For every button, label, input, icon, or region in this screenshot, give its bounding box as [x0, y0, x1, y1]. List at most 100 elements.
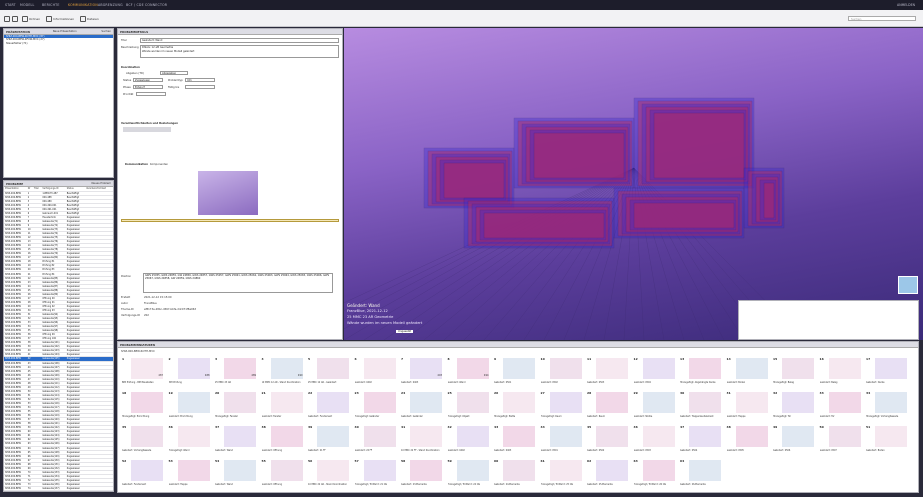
thumbnail-card[interactable]: 35 Geändert: Vorhangfassade	[121, 425, 164, 455]
position-field[interactable]: GWS 25055, GWS 24855, GW 24856, GWS 2485…	[143, 273, 333, 293]
thumbnail-card[interactable]: 15 Hinzugefügt: Belag	[772, 357, 815, 387]
presentation-item[interactable]: Steuerfehler (71)	[4, 42, 113, 45]
thumbnail-card[interactable]: 63 Hinzugefügt / Entfernt: 26 OG	[632, 459, 676, 489]
thumbnail-card[interactable]: 27 Hinzugefügt: Raum	[539, 391, 583, 421]
thumbnail-card[interactable]: 44 Geändert: 0501	[539, 425, 583, 455]
thumbnail-card[interactable]: 37 Geändert: Wand	[214, 425, 257, 455]
description-field[interactable]: DISAG: 12 aM Geometrie Wände wurden im n…	[140, 45, 339, 58]
3d-viewer[interactable]: Geändert: Wand FranzBlue, 2021-12-12 25 …	[344, 28, 923, 340]
priority-select[interactable]	[136, 92, 166, 96]
thumbnail-card[interactable]: 19 Geändert: Einrichtung	[167, 391, 211, 421]
search-presentation-button[interactable]: Suchen	[101, 30, 111, 33]
thumbnail-card[interactable]: 14 Geändert: Boden	[725, 357, 769, 387]
thumbnail-card[interactable]: 12 Geändert: 0504	[632, 357, 676, 387]
table-row[interactable]: SHIZ-000-BEW 74 Gebaeude(137) Zugewiesen	[4, 486, 113, 492]
thumbnail-card[interactable]: 25 Hinzugefügt: Objekt	[446, 391, 490, 421]
comment-bar[interactable]	[121, 219, 339, 222]
thumbnail-card[interactable]: 59 Hinzugefügt / Entfernt: 24 OG	[446, 459, 490, 489]
new-presentation-button[interactable]: Neue Präsentation	[53, 30, 77, 33]
thumbnail-card[interactable]: 6 Geändert: 0402	[353, 357, 397, 387]
info-button[interactable]: Informationen	[46, 15, 74, 22]
thumbnail-card[interactable]: 54 Geändert: Wand	[214, 459, 257, 489]
thumbnail-card[interactable]: 17 Geändert: Decke	[865, 357, 908, 387]
components-button[interactable]: Komponenten	[150, 163, 168, 166]
thumbnail-card[interactable]: 46 Geändert: 0503	[632, 425, 676, 455]
thumbnail-card[interactable]: 57 Hinzugefügt / Entfernt: 21 OG	[353, 459, 397, 489]
problemtype-select[interactable]: Info	[185, 78, 215, 82]
ordnen-button[interactable]: Ordnen	[22, 15, 40, 22]
search-input[interactable]: Suchen	[848, 16, 916, 21]
tab-3[interactable]: KOMMUNIKATION	[68, 3, 98, 7]
building-model[interactable]	[344, 28, 923, 340]
thumbnail-card[interactable]: 32 Hinzugefügt: Tür	[772, 391, 815, 421]
thumbnail-card[interactable]: 42 Geändert: 0402	[446, 425, 490, 455]
assigned-select[interactable]: Abgegeben	[160, 71, 188, 75]
tab-4[interactable]: ABGRENZUNG	[98, 3, 123, 7]
thumbnail-card[interactable]: 7 493 Geändert: 0403	[400, 357, 443, 387]
thumbnail-card[interactable]: 64 Geändert: 26-Elemente	[679, 459, 722, 489]
thumbnail-card[interactable]: 41 10 MMC 22 FF - Stand Koordination	[400, 425, 443, 455]
files-button[interactable]: Dateien	[80, 15, 99, 22]
thumbnail-card[interactable]: 3 489 25 MMC 23 AR	[214, 357, 257, 387]
thumbnail-card[interactable]: 23 Hinzugefügt: Geländer	[353, 391, 397, 421]
tab-5[interactable]: BCF / CDE CONNECTOR	[126, 3, 167, 7]
thumbnail-card[interactable]: 30 Geändert: Treppenlaufelement	[679, 391, 722, 421]
thumbnail-card[interactable]: 10 Geändert: 0502	[539, 357, 583, 387]
thumbnail-card[interactable]: 4 490 10 MMC 12 AR - Stand Koordination	[260, 357, 304, 387]
thumbnail-card[interactable]: 2 488 BIM Prüfung	[167, 357, 211, 387]
thumbnail-card[interactable]: 51 Geändert: Boden	[865, 425, 908, 455]
thumbnail-card[interactable]: 56 10 MMC 22 AR - Stand Koordination	[307, 459, 350, 489]
thumbnail-card[interactable]: 39 Geändert: 21 FF	[307, 425, 350, 455]
thumbnail-card[interactable]: 24 Geändert: Geländer	[400, 391, 443, 421]
account-link[interactable]: ANMELDEN	[897, 3, 915, 7]
thumbnail-card[interactable]: 34 Hinzugefügt: Vorhangfassade	[865, 391, 908, 421]
viewer-controls[interactable]	[347, 329, 487, 335]
status-select[interactable]: Zugewiesen	[133, 78, 163, 82]
thumbnail-card[interactable]: 5 25 MMC 12 AR - Geändert	[307, 357, 350, 387]
thumbnail-card[interactable]: 29 Geändert: Stütze	[632, 391, 676, 421]
view-select[interactable]: Ungesetzt	[396, 330, 414, 333]
communication-thumbnail[interactable]	[198, 171, 258, 215]
thumbnail-card[interactable]: 22 Geändert: Fundament	[307, 391, 350, 421]
thumbnail-card[interactable]: 62 Geändert: 25-Elemente	[586, 459, 629, 489]
thumbnail-card[interactable]: 47 Geändert: 0504	[679, 425, 722, 455]
thumbnail-card[interactable]: 21 Geändert: Fenster	[260, 391, 304, 421]
thumbnail-card[interactable]: 31 Geändert: Treppe	[725, 391, 769, 421]
thumbnail-card[interactable]: 11 Geändert: 0503	[586, 357, 629, 387]
tab-0[interactable]: START	[5, 3, 16, 7]
thumbnail-card[interactable]: 33 Geändert: Tür	[818, 391, 862, 421]
thumbnail-card[interactable]: 8 494 Geändert: Wand	[446, 357, 490, 387]
thumbnail-card[interactable]: 60 Geändert: 24-Elemente	[493, 459, 536, 489]
thumbnail-card[interactable]: 52 Geändert: Fundament	[121, 459, 164, 489]
thumbnail-card[interactable]: 28 Geändert: Raum	[586, 391, 629, 421]
redo-icon[interactable]	[12, 15, 19, 22]
thumbnail-card[interactable]: 50 Geändert: 0507	[818, 425, 862, 455]
thumbnail-card[interactable]: 18 Hinzugefügt: Einrichtung	[121, 391, 164, 421]
tab-2[interactable]: BERICHTE	[42, 3, 60, 7]
thumbnail-card[interactable]: 53 Geändert: Treppe	[167, 459, 211, 489]
thumbnail-card[interactable]: 20 Hinzugefügt: Fenster	[214, 391, 257, 421]
thumbnail-card[interactable]: 45 Geändert: 0502	[586, 425, 629, 455]
thumbnail-card[interactable]: 9 Geändert: 0501	[493, 357, 536, 387]
thumbnail-card[interactable]: 48 Geändert: 0505	[725, 425, 769, 455]
thumbnail-card[interactable]: 36 Hinzugefügt: Wand	[167, 425, 211, 455]
tab-1[interactable]: MODELL	[20, 3, 34, 7]
navigation-cube[interactable]	[898, 276, 918, 294]
undo-icon[interactable]	[4, 15, 11, 22]
thumbnail-card[interactable]: 38 Geändert: Öffnung	[260, 425, 304, 455]
responsibility-buttons[interactable]	[123, 127, 171, 132]
phase-select[interactable]: Entwurf	[133, 85, 163, 89]
thumbnail-card[interactable]: 1 487 BIM Prüfung - BIM Baustellen	[121, 357, 164, 387]
thumbnail-card[interactable]: 55 Geändert: Öffnung	[260, 459, 304, 489]
thumbnail-card[interactable]: 16 Geändert: Belag	[818, 357, 862, 387]
thumbnail-card[interactable]: 13 Hinzugefügt: Abgehängte Decke	[679, 357, 722, 387]
thumbnail-card[interactable]: 61 Hinzugefügt / Entfernt: 25 OG	[539, 459, 583, 489]
due-field[interactable]	[185, 85, 215, 89]
thumbnail-card[interactable]: 26 Hinzugefügt: Platte	[493, 391, 536, 421]
thumbnail-card[interactable]: 40 Geändert: 22 FF	[353, 425, 397, 455]
thumbnail-card[interactable]: 58 Geändert: 23-Elemente	[400, 459, 443, 489]
thumbnail-card[interactable]: 43 Geändert: 0403	[493, 425, 536, 455]
new-problem-button[interactable]: Neues Problem	[91, 182, 111, 185]
title-field[interactable]: Geändert: Wand	[140, 38, 339, 43]
thumbnail-card[interactable]: 49 Geändert: 0506	[772, 425, 815, 455]
